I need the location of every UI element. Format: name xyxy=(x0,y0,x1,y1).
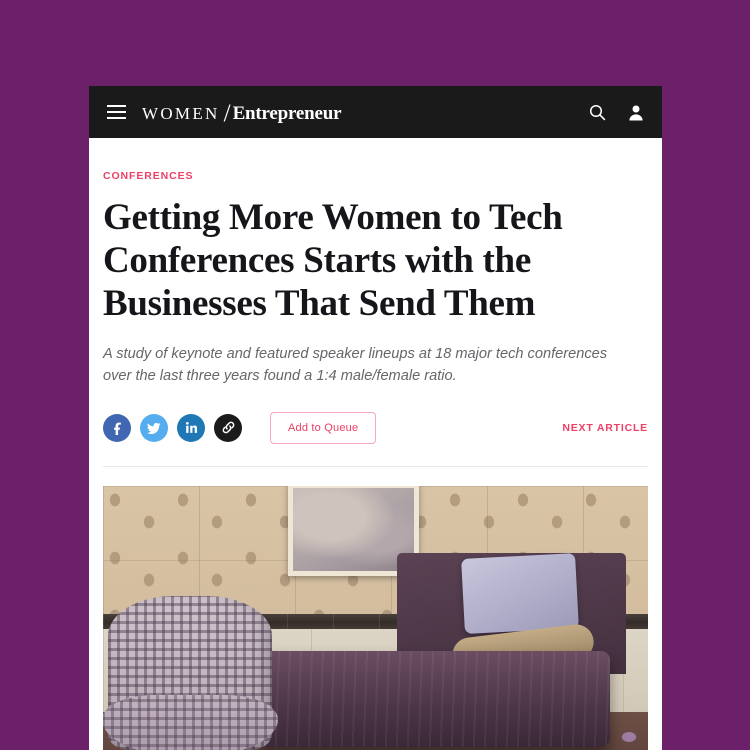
category-kicker[interactable]: CONFERENCES xyxy=(103,170,193,182)
section-divider xyxy=(103,465,648,467)
share-row: Add to Queue NEXT ARTICLE xyxy=(103,411,648,445)
copy-link-button[interactable] xyxy=(214,413,242,442)
logo-entrepreneur-text: Entrepreneur xyxy=(232,103,342,124)
hamburger-menu-icon[interactable] xyxy=(107,105,126,119)
link-chain-icon xyxy=(221,420,236,435)
logo-slash: / xyxy=(223,100,231,127)
logo-women-text: WOMEN xyxy=(142,104,220,123)
page-title: Getting More Women to Tech Conferences S… xyxy=(103,197,563,324)
search-icon[interactable] xyxy=(589,104,606,121)
article-container: CONFERENCES Getting More Women to Tech C… xyxy=(89,138,662,750)
article-page: WOMEN / Entrepreneur CONFERENCES Getting… xyxy=(89,86,662,750)
hamburger-bar xyxy=(107,111,126,113)
linkedin-share-button[interactable] xyxy=(177,413,205,442)
hero-image: Image credit: Lin Classon xyxy=(103,485,648,750)
twitter-share-button[interactable] xyxy=(140,413,168,442)
twitter-icon xyxy=(146,420,162,436)
add-to-queue-button[interactable]: Add to Queue xyxy=(270,411,377,444)
armchair-seat xyxy=(103,694,279,750)
lavender-pillow xyxy=(460,552,580,634)
next-article-link[interactable]: NEXT ARTICLE xyxy=(562,422,648,434)
hamburger-bar xyxy=(107,117,126,119)
article-dek: A study of keynote and featured speaker … xyxy=(103,345,608,385)
facebook-icon xyxy=(110,420,125,436)
facebook-share-button[interactable] xyxy=(103,413,131,442)
user-account-icon[interactable] xyxy=(628,104,644,121)
site-logo[interactable]: WOMEN / Entrepreneur xyxy=(142,98,342,127)
purple-velvet-chaise xyxy=(255,651,610,747)
site-header: WOMEN / Entrepreneur xyxy=(89,86,662,138)
checkered-armchair xyxy=(103,596,279,750)
hamburger-bar xyxy=(107,105,126,107)
header-icon-group xyxy=(589,104,644,121)
linkedin-icon xyxy=(184,420,199,435)
hero-scene xyxy=(103,485,648,750)
